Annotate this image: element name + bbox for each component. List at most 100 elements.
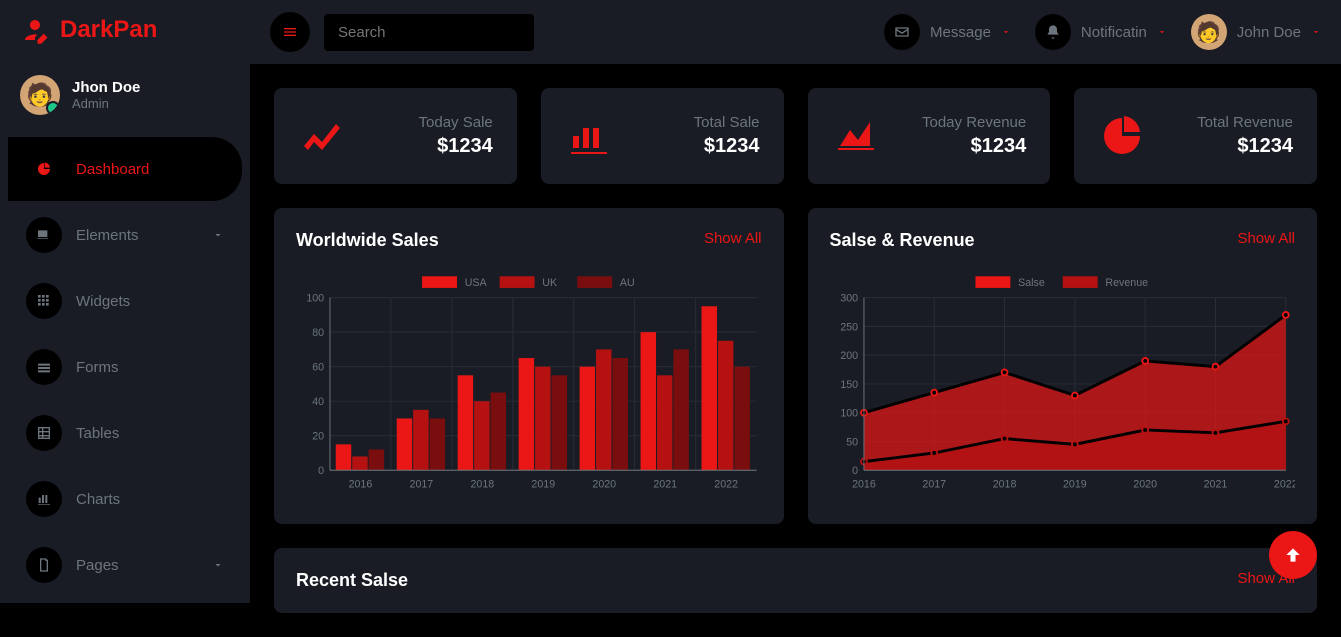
- svg-text:2017: 2017: [410, 479, 434, 491]
- stat-cards: Today Sale$1234Total Sale$1234Today Reve…: [274, 88, 1317, 184]
- svg-text:2016: 2016: [349, 479, 373, 491]
- sidebar-item-tables[interactable]: Tables: [8, 401, 242, 465]
- svg-text:300: 300: [840, 293, 858, 305]
- topbar-user-label: John Doe: [1237, 24, 1301, 41]
- nav-label: Tables: [76, 425, 119, 442]
- sales-revenue-chart: SalseRevenue0501001502002503002016201720…: [830, 267, 1296, 497]
- show-all-link[interactable]: Show All: [1237, 230, 1295, 251]
- topbar-messages[interactable]: Message: [884, 14, 1011, 50]
- svg-text:60: 60: [312, 362, 324, 374]
- stat-card: Today Revenue$1234: [808, 88, 1051, 184]
- card-icon: [298, 112, 346, 160]
- nav-icon: [26, 349, 62, 385]
- content: Message Notificatin 🧑 John Doe Today Sal…: [250, 0, 1341, 637]
- charts-row: Worldwide Sales Show All USAUKAU02040608…: [274, 208, 1317, 524]
- nav-label: Pages: [76, 557, 119, 574]
- svg-text:2021: 2021: [1203, 479, 1227, 491]
- sidebar-item-forms[interactable]: Forms: [8, 335, 242, 399]
- envelope-icon: [894, 24, 910, 40]
- svg-text:AU: AU: [620, 277, 635, 289]
- stat-card: Total Sale$1234: [541, 88, 784, 184]
- recent-sales-panel: Recent Salse Show All: [274, 548, 1317, 613]
- chevron-down-icon: [1311, 27, 1321, 37]
- menu-button[interactable]: [270, 12, 310, 52]
- nav-icon: [26, 217, 62, 253]
- sidebar-item-dashboard[interactable]: Dashboard: [8, 137, 242, 201]
- svg-text:2018: 2018: [992, 479, 1016, 491]
- svg-text:USA: USA: [465, 277, 488, 289]
- card-value: $1234: [922, 135, 1026, 158]
- svg-text:150: 150: [840, 379, 858, 391]
- chevron-down-icon: [212, 229, 224, 241]
- sidebar-item-charts[interactable]: Charts: [8, 467, 242, 531]
- nav-label: Forms: [76, 359, 119, 376]
- topbar-messages-label: Message: [930, 24, 991, 41]
- worldwide-sales-panel: Worldwide Sales Show All USAUKAU02040608…: [274, 208, 784, 524]
- svg-text:2019: 2019: [531, 479, 555, 491]
- worldwide-sales-chart: USAUKAU020406080100201620172018201920202…: [296, 267, 762, 497]
- svg-text:0: 0: [318, 465, 324, 477]
- svg-text:2020: 2020: [1133, 479, 1157, 491]
- nav-icon: [26, 481, 62, 517]
- nav-label: Dashboard: [76, 161, 149, 178]
- nav-icon: [26, 283, 62, 319]
- topbar-user[interactable]: 🧑 John Doe: [1191, 14, 1321, 50]
- card-value: $1234: [419, 135, 493, 158]
- chevron-down-icon: [1157, 27, 1167, 37]
- svg-text:2020: 2020: [592, 479, 616, 491]
- stat-card: Total Revenue $1234: [1074, 88, 1317, 184]
- card-icon: [1098, 112, 1146, 160]
- svg-text:UK: UK: [542, 277, 557, 289]
- svg-text:0: 0: [852, 465, 858, 477]
- card-label: Total Sale: [694, 114, 760, 131]
- topbar: Message Notificatin 🧑 John Doe: [250, 0, 1341, 64]
- sidebar-item-elements[interactable]: Elements: [8, 203, 242, 267]
- chevron-down-icon: [1001, 27, 1011, 37]
- sales-revenue-panel: Salse & Revenue Show All SalseRevenue050…: [808, 208, 1318, 524]
- svg-text:50: 50: [846, 436, 858, 448]
- sidebar: DarkPan 🧑 Jhon Doe Admin Dashboard Elemen…: [0, 0, 250, 603]
- search-input[interactable]: [324, 14, 534, 51]
- svg-text:2017: 2017: [922, 479, 946, 491]
- nav-icon: [26, 151, 62, 187]
- chart-title: Worldwide Sales: [296, 230, 439, 251]
- chart-title: Salse & Revenue: [830, 230, 975, 251]
- main: Today Sale$1234Total Sale$1234Today Reve…: [250, 64, 1341, 637]
- svg-text:2022: 2022: [1273, 479, 1295, 491]
- card-icon: [565, 112, 613, 160]
- svg-text:250: 250: [840, 321, 858, 333]
- topbar-notifications-label: Notificatin: [1081, 24, 1147, 41]
- svg-text:40: 40: [312, 396, 324, 408]
- nav-label: Widgets: [76, 293, 130, 310]
- nav-icon: [26, 547, 62, 583]
- bell-icon: [1045, 24, 1061, 40]
- bars-icon: [282, 24, 298, 40]
- nav-label: Elements: [76, 227, 139, 244]
- card-value: $1234: [1197, 135, 1293, 158]
- sidebar-item-widgets[interactable]: Widgets: [8, 269, 242, 333]
- card-label: Today Sale: [419, 114, 493, 131]
- svg-text:2019: 2019: [1063, 479, 1087, 491]
- svg-text:2022: 2022: [714, 479, 738, 491]
- chevron-down-icon: [212, 559, 224, 571]
- recent-title: Recent Salse: [296, 570, 408, 591]
- svg-text:100: 100: [306, 293, 324, 305]
- svg-text:200: 200: [840, 350, 858, 362]
- brand-text: DarkPan: [60, 16, 157, 44]
- avatar: 🧑: [20, 75, 60, 115]
- show-all-link[interactable]: Show All: [704, 230, 762, 251]
- back-to-top-button[interactable]: [1269, 531, 1317, 579]
- svg-text:100: 100: [840, 408, 858, 420]
- svg-text:Revenue: Revenue: [1105, 277, 1148, 289]
- brand[interactable]: DarkPan: [0, 15, 250, 65]
- sidebar-item-pages[interactable]: Pages: [8, 533, 242, 597]
- sidebar-user: 🧑 Jhon Doe Admin: [0, 65, 250, 135]
- svg-text:20: 20: [312, 431, 324, 443]
- arrow-up-icon: [1283, 545, 1303, 565]
- nav-label: Charts: [76, 491, 120, 508]
- topbar-notifications[interactable]: Notificatin: [1035, 14, 1167, 50]
- nav: Dashboard Elements Widgets Forms Tables Chart…: [0, 137, 250, 597]
- user-name: Jhon Doe: [72, 79, 140, 96]
- nav-icon: [26, 415, 62, 451]
- card-label: Total Revenue: [1197, 114, 1293, 131]
